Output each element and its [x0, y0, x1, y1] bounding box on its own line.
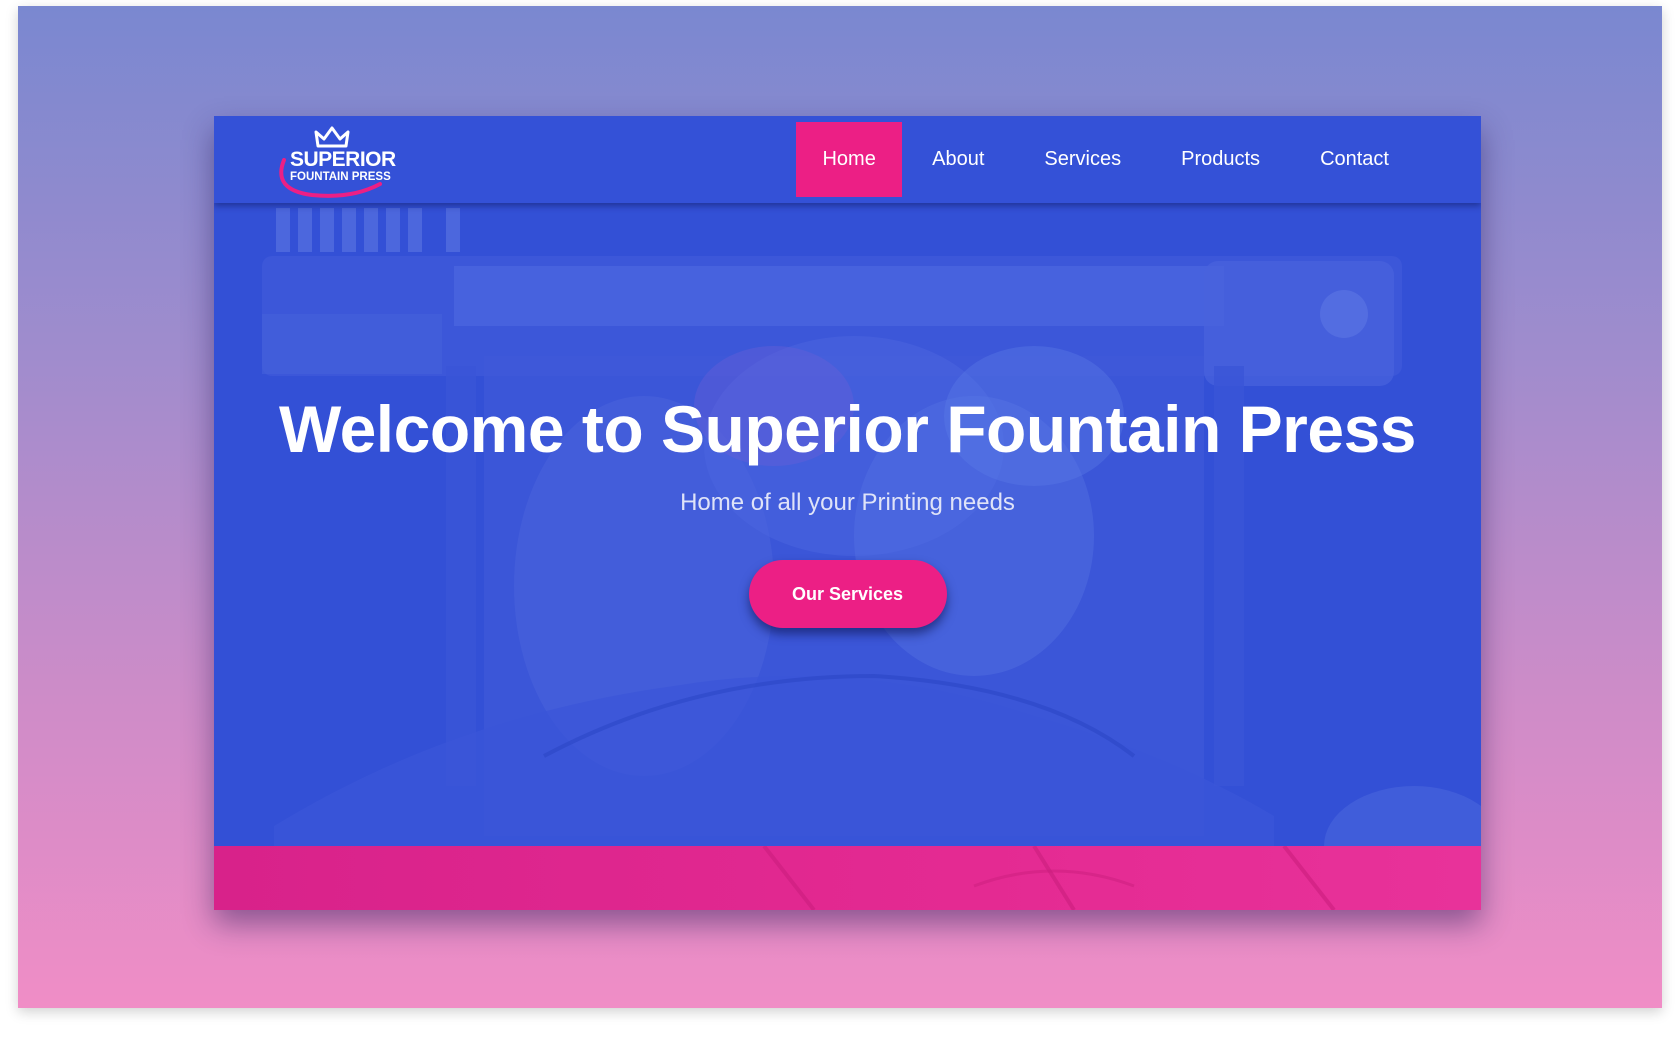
logo-text-fountain-press: FOUNTAIN PRESS: [290, 171, 391, 183]
main-navigation: Home About Services Products Contact: [796, 122, 1419, 197]
hero-subtitle: Home of all your Printing needs: [680, 489, 1015, 516]
hero-section: Welcome to Superior Fountain Press Home …: [214, 396, 1481, 628]
hero-title: Welcome to Superior Fountain Press: [278, 392, 1417, 466]
our-services-button[interactable]: Our Services: [748, 560, 947, 628]
logo-text-superior: SUPERIOR: [290, 148, 396, 171]
strip-pattern: [762, 846, 1336, 910]
nav-products[interactable]: Products: [1151, 122, 1290, 197]
nav-home[interactable]: Home: [796, 122, 903, 197]
brand-logo[interactable]: SUPERIOR FOUNTAIN PRESS: [272, 120, 396, 200]
nav-services[interactable]: Services: [1014, 122, 1151, 197]
nav-about[interactable]: About: [902, 122, 1014, 197]
pink-accent-strip: [214, 846, 1481, 910]
nav-contact[interactable]: Contact: [1290, 122, 1419, 197]
site-header: SUPERIOR FOUNTAIN PRESS Home About Servi…: [214, 116, 1481, 203]
crown-icon: [314, 126, 350, 148]
website-frame: SUPERIOR FOUNTAIN PRESS Home About Servi…: [214, 116, 1481, 910]
screenshot-backdrop: SUPERIOR FOUNTAIN PRESS Home About Servi…: [18, 6, 1662, 1008]
